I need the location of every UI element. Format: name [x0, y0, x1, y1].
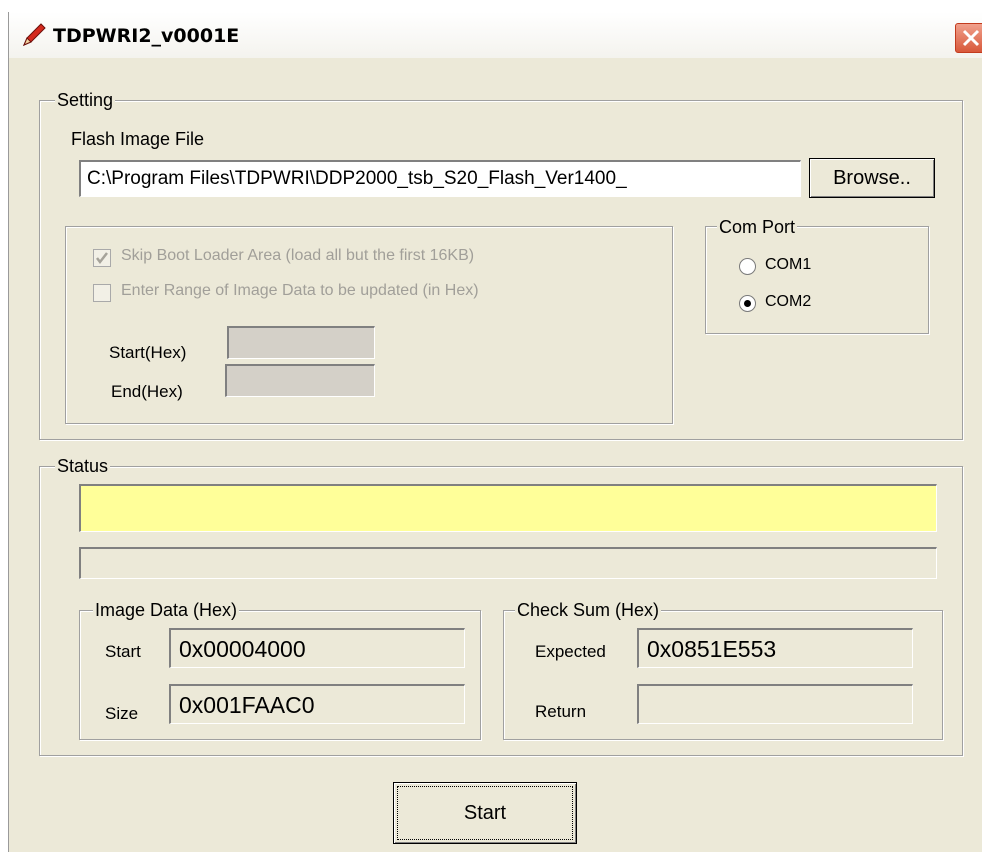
checksum-return-value — [637, 684, 913, 724]
setting-legend: Setting — [55, 90, 116, 111]
com2-radio[interactable] — [739, 295, 756, 312]
progress-bar — [79, 547, 937, 579]
window-title: TDPWRI2_v0001E — [53, 25, 240, 47]
com2-label: COM2 — [765, 293, 812, 310]
image-size-value: 0x001FAAC0 — [169, 684, 465, 724]
enter-range-label: Enter Range of Image Data to be updated … — [121, 282, 479, 299]
checksum-expected-value: 0x0851E553 — [637, 628, 913, 668]
enter-range-checkbox[interactable] — [93, 284, 111, 302]
radio-selected-dot — [744, 300, 751, 307]
start-hex-label: Start(Hex) — [109, 343, 187, 362]
com1-radio[interactable] — [739, 258, 756, 275]
image-start-value: 0x00004000 — [169, 628, 465, 668]
image-size-label: Size — [105, 704, 139, 723]
image-data-legend: Image Data (Hex) — [93, 600, 240, 621]
skip-boot-checkbox[interactable] — [93, 249, 111, 267]
start-button-label: Start — [397, 786, 573, 840]
app-window: TDPWRI2_v0001E Setting Flash Image File … — [8, 12, 982, 852]
skip-boot-label: Skip Boot Loader Area (load all but the … — [121, 247, 475, 264]
end-hex-label: End(Hex) — [111, 382, 183, 401]
checksum-return-label: Return — [535, 702, 587, 721]
com1-label: COM1 — [765, 256, 812, 273]
checksum-legend: Check Sum (Hex) — [515, 600, 662, 621]
com-port-legend: Com Port — [717, 217, 798, 238]
flash-image-label: Flash Image File — [71, 129, 205, 149]
checksum-expected-label: Expected — [535, 642, 606, 661]
browse-button[interactable]: Browse.. — [809, 158, 935, 198]
close-icon — [962, 29, 980, 47]
end-hex-input[interactable] — [225, 364, 375, 397]
start-button[interactable]: Start — [393, 782, 577, 844]
status-legend: Status — [55, 456, 111, 477]
status-message-bar — [79, 484, 937, 532]
pencil-icon — [23, 23, 46, 46]
start-hex-input[interactable] — [227, 326, 375, 359]
checkmark-icon — [96, 252, 108, 265]
title-bar[interactable]: TDPWRI2_v0001E — [9, 12, 982, 58]
flash-image-path-field[interactable]: C:\Program Files\TDPWRI\DDP2000_tsb_S20_… — [79, 160, 801, 197]
image-start-label: Start — [105, 642, 141, 661]
com-port-group — [705, 226, 929, 334]
close-button[interactable] — [955, 23, 982, 53]
